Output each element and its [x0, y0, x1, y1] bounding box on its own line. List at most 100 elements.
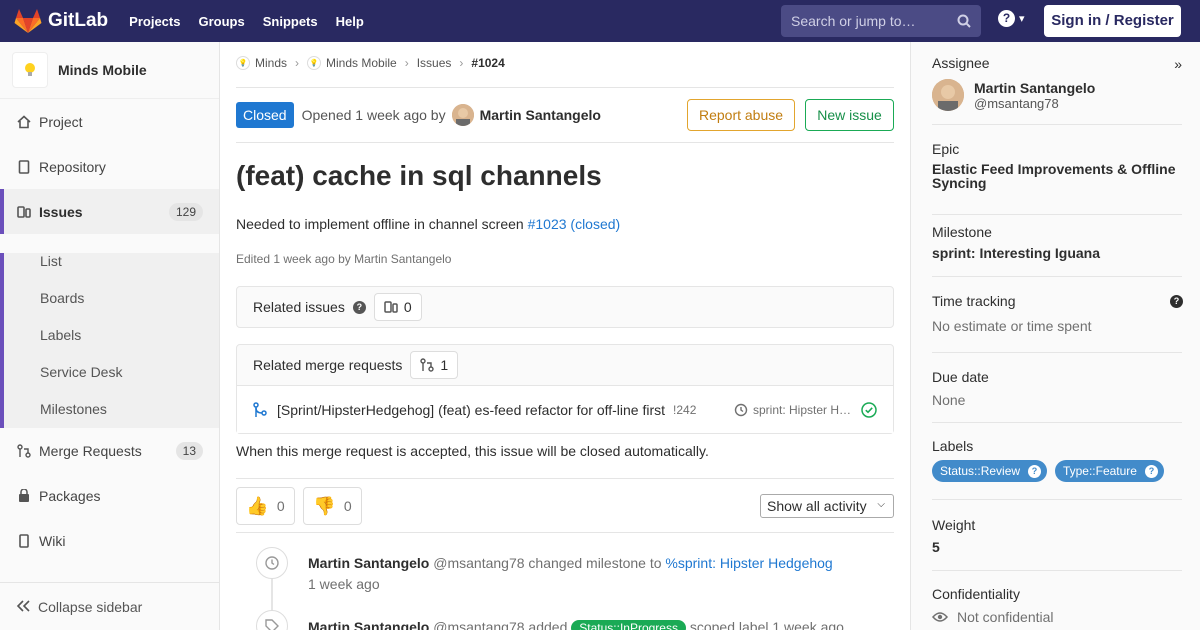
status-badge: Closed [236, 102, 294, 128]
related-mrs-count: 1 [410, 351, 459, 379]
related-issues-card: Related issues ? 0 [236, 286, 894, 328]
thumbs-up-button[interactable]: 👍 0 [236, 487, 295, 525]
thumbs-down-count: 0 [343, 498, 352, 514]
sign-in-button[interactable]: Sign in / Register [1044, 5, 1181, 37]
breadcrumb-current[interactable]: #1024 [471, 56, 504, 70]
nav-projects[interactable]: Projects [129, 14, 180, 29]
activity-filter-dropdown[interactable]: Show all activity ⌵ [760, 494, 894, 518]
thumbs-down-button[interactable]: 👎 0 [303, 487, 362, 525]
assignee-row[interactable]: Martin Santangelo @msantang78 [932, 79, 1182, 111]
sidebar-item-label: Project [39, 113, 83, 130]
project-header[interactable]: Minds Mobile [0, 42, 219, 99]
timeline-author[interactable]: Martin Santangelo [308, 555, 429, 571]
chevron-right-icon: › [295, 56, 300, 70]
sidebar-item-issues[interactable]: Issues 129 [0, 189, 219, 234]
author-link[interactable]: Martin Santangelo [480, 107, 601, 123]
timeline-milestone-link[interactable]: %sprint: Hipster Hedgehog [665, 555, 832, 571]
help-dropdown[interactable]: ? ▾ [998, 10, 1025, 27]
divider [236, 142, 894, 143]
assignee-name: Martin Santangelo [974, 79, 1096, 96]
double-chevron-left-icon [16, 599, 30, 615]
question-icon: ? [1028, 464, 1042, 478]
issues-count-badge: 129 [168, 202, 203, 221]
lightbulb-icon [25, 63, 35, 76]
due-date-value: None [932, 392, 966, 408]
breadcrumb-minds-mobile[interactable]: Minds Mobile [326, 56, 397, 70]
new-issue-button[interactable]: New issue [805, 99, 894, 131]
project-avatar [12, 52, 48, 88]
project-name: Minds Mobile [58, 62, 147, 78]
collapse-sidebar-button[interactable]: Collapse sidebar [0, 582, 219, 630]
clock-icon [256, 547, 288, 579]
doc-icon [16, 159, 32, 175]
time-tracking-label: Time tracking [932, 293, 1016, 309]
due-date-label: Due date [932, 369, 989, 385]
divider [236, 532, 894, 533]
merge-request-row[interactable]: [Sprint/HipsterHedgehog] (feat) es-feed … [237, 385, 893, 433]
thumbs-up-icon: 👍 [246, 495, 269, 516]
nav-groups[interactable]: Groups [198, 14, 244, 29]
submenu-list[interactable]: List [40, 253, 62, 269]
timeline-author[interactable]: Martin Santangelo [308, 619, 429, 630]
submenu-labels[interactable]: Labels [40, 327, 81, 343]
breadcrumb-minds[interactable]: Minds [255, 56, 287, 70]
question-icon: ? [1144, 464, 1158, 478]
sidebar-item-project[interactable]: Project [0, 99, 219, 144]
related-issue-link[interactable]: #1023 (closed) [528, 216, 621, 232]
related-issues-title: Related issues [253, 299, 345, 315]
merge-request-title[interactable]: [Sprint/HipsterHedgehog] (feat) es-feed … [277, 402, 665, 418]
timeline-handle[interactable]: @msantang78 [433, 555, 524, 571]
merge-requests-count-badge: 13 [175, 441, 203, 460]
sidebar-item-label: Repository [39, 158, 106, 175]
scoped-label[interactable]: Status::InProgress [571, 620, 686, 630]
thumbs-up-count: 0 [276, 498, 285, 514]
timeline-handle[interactable]: @msantang78 [433, 619, 524, 630]
author-avatar[interactable] [451, 104, 474, 126]
pipeline-passed-icon[interactable] [861, 402, 877, 418]
nav-snippets[interactable]: Snippets [263, 14, 318, 29]
report-abuse-button[interactable]: Report abuse [687, 99, 795, 131]
divider [236, 478, 894, 479]
related-issues-header: Related issues ? 0 [237, 287, 893, 327]
search-icon [957, 14, 971, 28]
search-input[interactable]: Search or jump to… [781, 5, 981, 37]
group-avatar: 💡 [236, 56, 250, 70]
search-placeholder: Search or jump to… [791, 13, 916, 29]
brand-name: GitLab [48, 10, 109, 31]
related-mrs-header: Related merge requests 1 [237, 345, 893, 385]
divider [236, 87, 894, 88]
clock-icon [734, 403, 748, 416]
assignee-avatar [932, 79, 964, 111]
breadcrumb-issues[interactable]: Issues [417, 56, 452, 70]
epic-value[interactable]: Elastic Feed Improvements & Offline Sync… [932, 162, 1182, 190]
right-sidebar: » Assignee Martin Santangelo @msantang78… [910, 42, 1200, 630]
nav-links: Projects Groups Snippets Help [129, 14, 382, 29]
sidebar-item-merge-requests[interactable]: Merge Requests 13 [0, 428, 219, 473]
label-pill[interactable]: Status::Review ? [932, 460, 1048, 482]
submenu-milestones[interactable]: Milestones [40, 401, 107, 417]
submenu-service-desk[interactable]: Service Desk [40, 364, 122, 380]
label-pill[interactable]: Type::Feature ? [1054, 460, 1164, 482]
question-icon[interactable]: ? [1170, 295, 1183, 308]
sidebar-item-wiki[interactable]: Wiki [0, 518, 219, 563]
project-avatar-small: 💡 [307, 56, 322, 70]
submenu-boards[interactable]: Boards [40, 290, 84, 306]
gitlab-logo[interactable]: GitLab [14, 8, 108, 34]
label-text: Type::Feature [1062, 464, 1137, 478]
confidentiality-value: Not confidential [957, 609, 1054, 625]
merge-request-icon [420, 358, 435, 372]
issues-submenu: List Boards Labels Service Desk Mileston… [0, 253, 219, 428]
chevron-down-icon: ▾ [1019, 13, 1025, 25]
due-date-block: Due date None [932, 369, 1182, 423]
sidebar-item-repository[interactable]: Repository [0, 144, 219, 189]
epic-block: Epic Elastic Feed Improvements & Offline… [932, 141, 1182, 215]
labels-list: Status::Review ? Type::Feature ? [932, 460, 1182, 482]
issue-title: (feat) cache in sql channels [236, 160, 602, 191]
sidebar-item-packages[interactable]: Packages [0, 473, 219, 518]
nav-help[interactable]: Help [336, 14, 364, 29]
question-icon[interactable]: ? [352, 300, 366, 314]
milestone-value[interactable]: sprint: Interesting Iguana [932, 245, 1182, 261]
milestone-text: sprint: Hipster H… [753, 402, 852, 417]
merge-request-milestone: sprint: Hipster H… [734, 403, 851, 417]
sidebar-item-label: Merge Requests [39, 442, 142, 459]
